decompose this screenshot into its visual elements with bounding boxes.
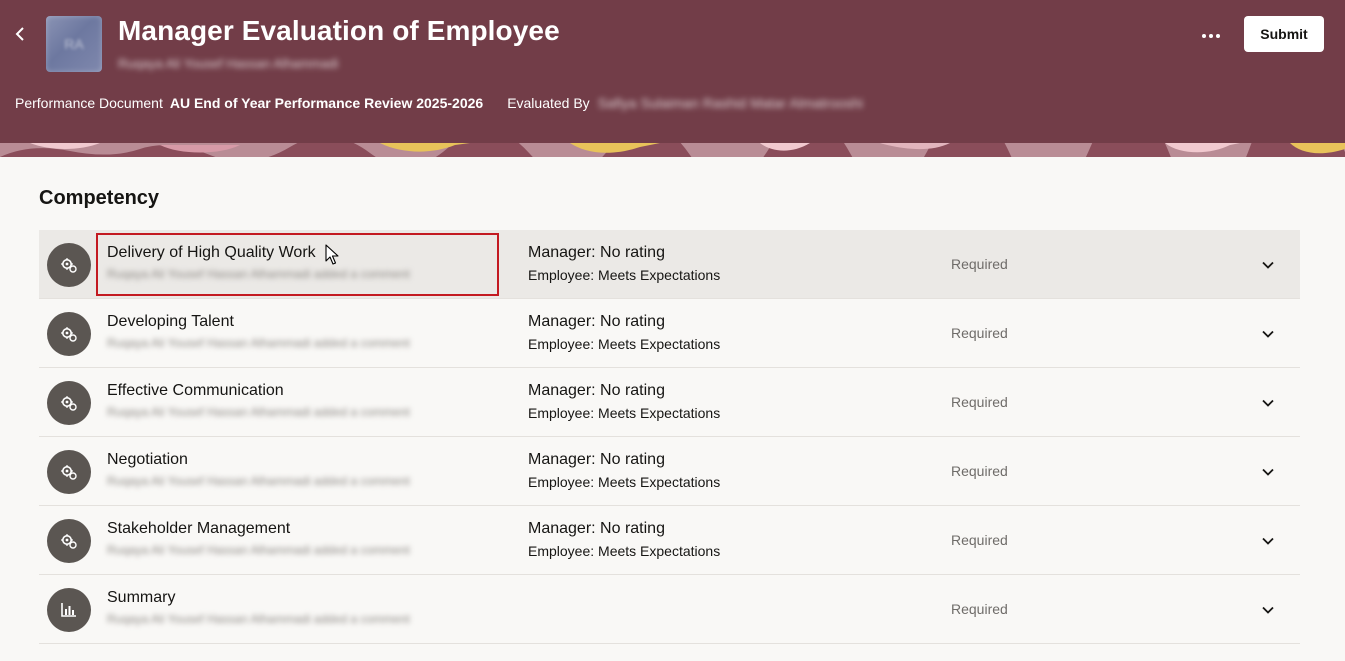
manager-rating: Manager: No rating	[528, 520, 665, 537]
decorative-banner	[0, 143, 1345, 157]
ellipsis-icon	[1201, 25, 1222, 43]
chevron-left-icon	[15, 27, 24, 41]
required-status: Required	[951, 325, 1008, 341]
competency-name[interactable]: Effective Communication	[107, 382, 284, 400]
section-name[interactable]: Summary	[107, 589, 175, 607]
avatar-initials: RA	[64, 36, 84, 52]
list-item[interactable]: Summary Ruqaya Ali Yousef Hassan Alhamma…	[39, 575, 1300, 644]
page-title: Manager Evaluation of Employee	[118, 15, 560, 46]
chevron-down-icon	[1262, 261, 1274, 269]
employee-rating: Employee: Meets Expectations	[528, 405, 721, 421]
required-status: Required	[951, 394, 1008, 410]
manager-rating: Manager: No rating	[528, 382, 665, 399]
selection-highlight	[96, 233, 499, 296]
mouse-cursor-icon	[325, 244, 339, 265]
employee-rating: Employee: Meets Expectations	[528, 474, 721, 490]
manager-rating: Manager: No rating	[528, 451, 665, 468]
competency-gear-icon	[47, 312, 91, 356]
document-meta: Performance Document AU End of Year Perf…	[15, 95, 863, 111]
comment-summary: Ruqaya Ali Yousef Hassan Alhammadi added…	[107, 405, 410, 419]
employee-name: Ruqaya Ali Yousef Hassan Alhammadi	[118, 56, 339, 71]
competency-gear-icon	[47, 450, 91, 494]
competency-list: Delivery of High Quality Work Ruqaya Ali…	[39, 230, 1300, 644]
competency-gear-icon	[47, 381, 91, 425]
comment-summary: Ruqaya Ali Yousef Hassan Alhammadi added…	[107, 474, 410, 488]
expand-button[interactable]	[1255, 460, 1281, 484]
comment-summary: Ruqaya Ali Yousef Hassan Alhammadi added…	[107, 336, 410, 350]
list-item[interactable]: Effective Communication Ruqaya Ali Youse…	[39, 368, 1300, 437]
more-actions-button[interactable]	[1194, 20, 1228, 48]
expand-button[interactable]	[1255, 598, 1281, 622]
required-status: Required	[951, 463, 1008, 479]
chevron-down-icon	[1262, 468, 1274, 476]
chevron-down-icon	[1262, 330, 1274, 338]
manager-rating: Manager: No rating	[528, 313, 665, 330]
employee-rating: Employee: Meets Expectations	[528, 336, 721, 352]
evaluated-by-value: Safiya Sulaiman Rashid Matar Almatrooshi	[597, 95, 864, 111]
required-status: Required	[951, 532, 1008, 548]
section-title: Competency	[39, 187, 160, 209]
list-item[interactable]: Developing Talent Ruqaya Ali Yousef Hass…	[39, 299, 1300, 368]
evaluated-by-label: Evaluated By	[507, 95, 590, 111]
competency-name[interactable]: Developing Talent	[107, 313, 234, 331]
summary-chart-icon	[47, 588, 91, 632]
expand-button[interactable]	[1255, 322, 1281, 346]
expand-button[interactable]	[1255, 391, 1281, 415]
competency-name[interactable]: Stakeholder Management	[107, 520, 290, 538]
page-header: RA Manager Evaluation of Employee Ruqaya…	[0, 0, 1345, 143]
back-button[interactable]	[8, 20, 32, 48]
avatar: RA	[46, 16, 102, 72]
comment-summary: Ruqaya Ali Yousef Hassan Alhammadi added…	[107, 543, 410, 557]
required-status: Required	[951, 601, 1008, 617]
chevron-down-icon	[1262, 606, 1274, 614]
list-item[interactable]: Stakeholder Management Ruqaya Ali Yousef…	[39, 506, 1300, 575]
performance-document-value: AU End of Year Performance Review 2025-2…	[169, 95, 484, 111]
chevron-down-icon	[1262, 537, 1274, 545]
competency-gear-icon	[47, 243, 91, 287]
chevron-down-icon	[1262, 399, 1274, 407]
competency-name[interactable]: Negotiation	[107, 451, 188, 469]
comment-summary: Ruqaya Ali Yousef Hassan Alhammadi added…	[107, 612, 410, 626]
performance-document-label: Performance Document	[15, 95, 163, 111]
competency-gear-icon	[47, 519, 91, 563]
list-item[interactable]: Delivery of High Quality Work Ruqaya Ali…	[39, 230, 1300, 299]
employee-rating: Employee: Meets Expectations	[528, 267, 721, 283]
expand-button[interactable]	[1255, 253, 1281, 277]
manager-rating: Manager: No rating	[528, 244, 665, 261]
required-status: Required	[951, 256, 1008, 272]
employee-rating: Employee: Meets Expectations	[528, 543, 721, 559]
list-item[interactable]: Negotiation Ruqaya Ali Yousef Hassan Alh…	[39, 437, 1300, 506]
submit-button[interactable]: Submit	[1244, 16, 1324, 52]
expand-button[interactable]	[1255, 529, 1281, 553]
